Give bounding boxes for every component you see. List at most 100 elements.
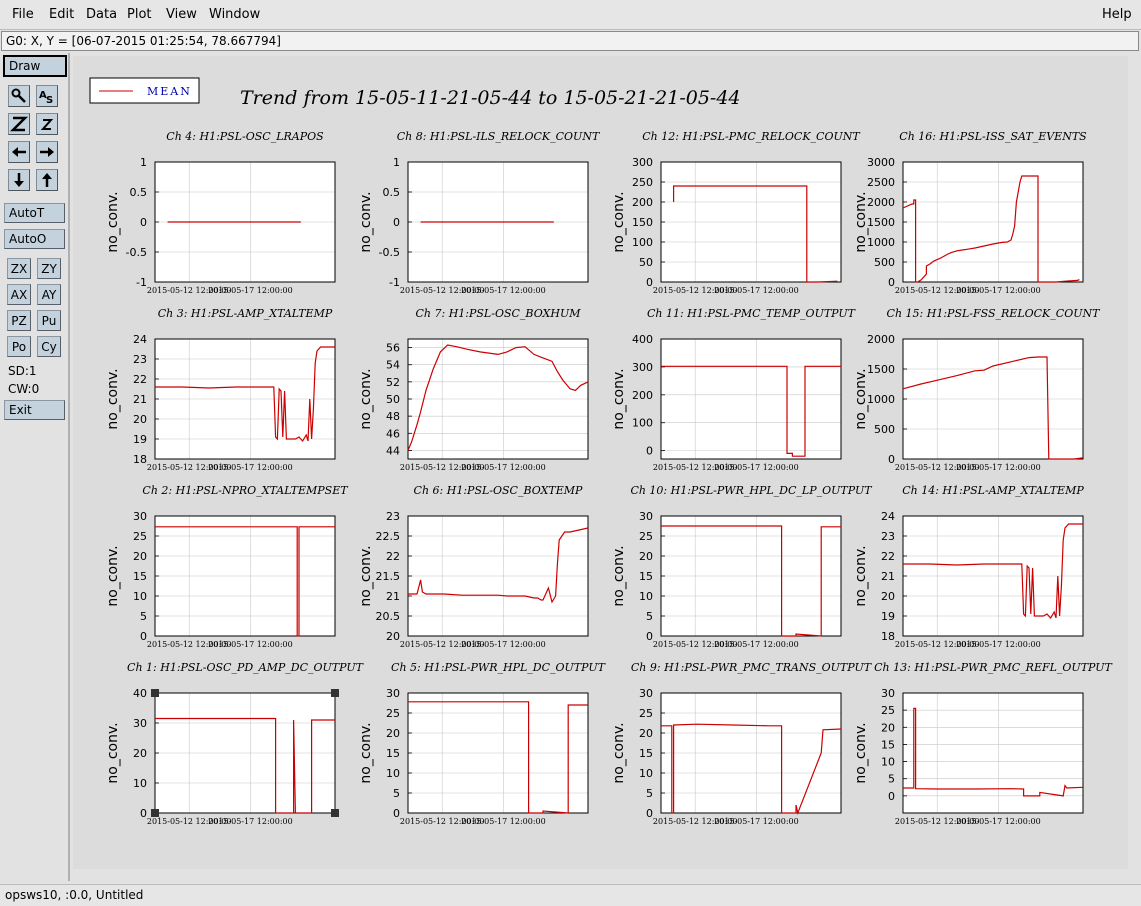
chart-panel[interactable]: Ch 11: H1:PSL-PMC_TEMP_OUTPUT 0 100 200 300 4… (611, 307, 857, 472)
chart-panel[interactable]: Ch 15: H1:PSL-FSS_RELOCK_COUNT0500100015… (853, 307, 1101, 472)
y-tick-label: 19 (133, 433, 147, 446)
y-axis-label: no_conv. (853, 722, 869, 783)
autoo-button[interactable]: AutoO (4, 229, 65, 249)
y-tick-label: 25 (386, 707, 400, 720)
chart-panel[interactable]: Ch 13: H1:PSL-PWR_PMC_REFL_OUTPUT 0 5 10 15 2… (853, 661, 1114, 826)
selection-handle[interactable] (331, 689, 339, 697)
cy-button[interactable]: Cy (37, 336, 61, 357)
zy-button[interactable]: ZY (37, 258, 61, 279)
plot-background (661, 339, 841, 459)
pz-button[interactable]: PZ (7, 310, 31, 331)
y-tick-label: 20 (133, 413, 147, 426)
x-tick-label: 2015-05-17 12:00:00 (956, 463, 1041, 472)
sd-label: SD:1 (8, 364, 37, 378)
y-tick-label: 1000 (867, 236, 895, 249)
arrow-right-icon[interactable] (36, 141, 58, 163)
ax-button[interactable]: AX (7, 284, 31, 305)
menu-data[interactable]: Data (86, 7, 117, 22)
y-tick-label: 15 (386, 747, 400, 760)
chart-title: Ch 8: H1:PSL-ILS_RELOCK_COUNT (397, 130, 601, 143)
y-tick-label: 20 (881, 590, 895, 603)
x-tick-label: 2015-05-17 12:00:00 (461, 640, 546, 649)
chart-panel[interactable]: Ch 1: H1:PSL-OSC_PD_AMP_DC_OUTPUT0102030… (105, 661, 365, 826)
y-tick-label: -0.5 (126, 246, 147, 259)
magnify-icon[interactable] (8, 85, 30, 107)
chart-panel[interactable]: Ch 4: H1:PSL-OSC_LRAPOS -1 -0.5 0 0.5 1 2015-0… (105, 130, 336, 295)
menu-plot[interactable]: Plot (127, 7, 152, 22)
arrow-up-icon[interactable] (36, 169, 58, 191)
x-tick-label: 2015-05-17 12:00:00 (956, 817, 1041, 826)
x-tick-label: 2015-05-17 12:00:00 (956, 286, 1041, 295)
selection-handle[interactable] (151, 809, 159, 817)
x-tick-label: 2015-05-17 12:00:00 (461, 817, 546, 826)
y-tick-label: 15 (639, 570, 653, 583)
y-axis-label: no_conv. (358, 368, 374, 429)
y-tick-label: 18 (881, 630, 895, 643)
chart-panel[interactable]: Ch 10: H1:PSL-PWR_HPL_DC_LP_OUTPUT051015… (611, 484, 873, 649)
x-tick-label: 2015-05-17 12:00:00 (714, 817, 799, 826)
y-axis-label: no_conv. (611, 191, 627, 252)
plot-canvas[interactable]: MEAN Trend from 15-05-11-21-05-44 to 15-0… (73, 56, 1128, 869)
menu-file[interactable]: File (12, 7, 34, 22)
y-axis-label: no_conv. (105, 545, 121, 606)
y-tick-label: 30 (639, 510, 653, 523)
chart-panel[interactable]: Ch 9: H1:PSL-PWR_PMC_TRANS_OUTPUT0510152… (611, 661, 873, 826)
po-button[interactable]: Po (7, 336, 31, 357)
y-tick-label: 25 (639, 530, 653, 543)
y-tick-label: 0 (393, 216, 400, 229)
y-tick-label: 2000 (867, 196, 895, 209)
y-tick-label: 300 (632, 156, 653, 169)
svg-text:S: S (46, 95, 53, 105)
chart-panel[interactable]: Ch 12: H1:PSL-PMC_RELOCK_COUNT0501001502… (611, 130, 861, 295)
chart-title: Ch 9: H1:PSL-PWR_PMC_TRANS_OUTPUT (631, 661, 873, 674)
y-axis-label: no_conv. (853, 545, 869, 606)
chart-panel[interactable]: Ch 16: H1:PSL-ISS_SAT_EVENTS050010001500… (853, 130, 1087, 295)
y-tick-label: 15 (639, 747, 653, 760)
x-tick-label: 2015-05-17 12:00:00 (208, 640, 293, 649)
chart-panel[interactable]: Ch 5: H1:PSL-PWR_HPL_DC_OUTPUT0510152025… (358, 661, 607, 826)
pu-button[interactable]: Pu (37, 310, 61, 331)
y-tick-label: 24 (133, 333, 147, 346)
zoom-z-small-icon[interactable] (36, 113, 58, 135)
chart-title: Ch 13: H1:PSL-PWR_PMC_REFL_OUTPUT (874, 661, 1113, 674)
y-tick-label: 5 (888, 773, 895, 786)
chart-panel[interactable]: Ch 14: H1:PSL-AMP_XTALTEMP 18 19 20 21 22 23 24… (853, 484, 1084, 649)
draw-button[interactable]: Draw (3, 55, 67, 77)
chart-panel[interactable]: Ch 2: H1:PSL-NPRO_XTALTEMPSET05101520253… (105, 484, 349, 649)
y-tick-label: 23 (386, 510, 400, 523)
chart-panel[interactable]: Ch 7: H1:PSL-OSC_BOXHUM 44 46 48 50 52 54 56 201… (358, 307, 589, 472)
chart-panel[interactable]: Ch 3: H1:PSL-AMP_XTALTEMP 18 19 20 21 22 23 24 2… (105, 307, 336, 472)
menu-view[interactable]: View (166, 7, 197, 22)
selection-handle[interactable] (151, 689, 159, 697)
y-tick-label: 3000 (867, 156, 895, 169)
y-tick-label: 300 (632, 361, 653, 374)
y-tick-label: 5 (646, 787, 653, 800)
y-axis-label: no_conv. (611, 722, 627, 783)
plot-area: MEAN Trend from 15-05-11-21-05-44 to 15-0… (89, 77, 1114, 826)
arrow-down-icon[interactable] (8, 169, 30, 191)
y-tick-label: 54 (386, 359, 400, 372)
exit-button[interactable]: Exit (4, 400, 65, 420)
ay-button[interactable]: AY (37, 284, 61, 305)
chart-panel[interactable]: Ch 8: H1:PSL-ILS_RELOCK_COUNT -1 -0.5 0 0.5 1… (358, 130, 601, 295)
y-tick-label: 0.5 (383, 186, 401, 199)
text-icon[interactable]: AS (36, 85, 58, 107)
chart-panel[interactable]: Ch 6: H1:PSL-OSC_BOXTEMP 20 20.5 21 21.5 22 22… (358, 484, 589, 649)
zx-button[interactable]: ZX (7, 258, 31, 279)
menu-edit[interactable]: Edit (49, 7, 74, 22)
x-tick-label: 2015-05-17 12:00:00 (956, 640, 1041, 649)
chart-title: Ch 5: H1:PSL-PWR_HPL_DC_OUTPUT (391, 661, 607, 674)
y-tick-label: 1000 (867, 393, 895, 406)
autot-button[interactable]: AutoT (4, 203, 65, 223)
zoom-z-large-icon[interactable] (8, 113, 30, 135)
y-tick-label: -0.5 (379, 246, 400, 259)
menu-window[interactable]: Window (209, 7, 260, 22)
selection-handle[interactable] (331, 809, 339, 817)
y-tick-label: 20 (133, 550, 147, 563)
cw-label: CW:0 (8, 382, 40, 396)
y-tick-label: 500 (874, 256, 895, 269)
menu-help[interactable]: Help (1102, 7, 1132, 22)
arrow-left-icon[interactable] (8, 141, 30, 163)
chart-title: Ch 6: H1:PSL-OSC_BOXTEMP (414, 484, 583, 497)
coordinate-readout: G0: X, Y = [06-07-2015 01:25:54, 78.6677… (1, 31, 1139, 51)
